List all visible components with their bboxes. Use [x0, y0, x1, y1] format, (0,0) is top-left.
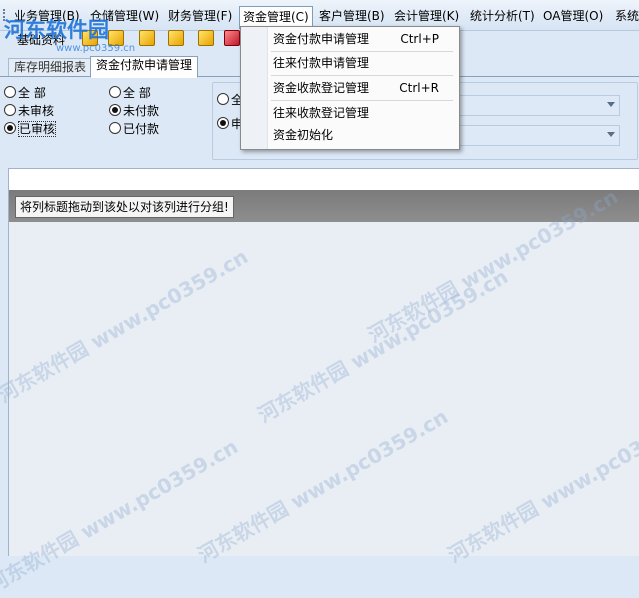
- group-panel[interactable]: 将列标题拖动到该处以对该列进行分组!: [9, 190, 639, 222]
- menu-system[interactable]: 系统: [612, 6, 639, 26]
- funds-dropdown-menu: 资金付款申请管理 Ctrl+P 往来付款申请管理 资金收款登记管理 Ctrl+R 往…: [240, 26, 460, 150]
- menu-item-fund-receipt-register[interactable]: 资金收款登记管理 Ctrl+R: [273, 77, 453, 99]
- menu-finance[interactable]: 财务管理(F): [165, 6, 235, 26]
- menu-item-current-receipt-register[interactable]: 往来收款登记管理: [273, 102, 453, 124]
- radio-icon: [109, 86, 121, 98]
- menu-oa[interactable]: OA管理(O): [540, 6, 606, 26]
- menu-customer[interactable]: 客户管理(B): [316, 6, 388, 26]
- shortcut-label: Ctrl+P: [400, 32, 439, 46]
- radio-pay-unpaid[interactable]: 未付款: [109, 103, 159, 119]
- radio-selected-icon: [109, 104, 121, 116]
- radio-audit-pending[interactable]: 未审核: [4, 103, 54, 119]
- toolbar-db-icon[interactable]: [168, 30, 184, 46]
- grid-top-bar: [9, 169, 639, 190]
- menu-item-current-payment-request[interactable]: 往来付款申请管理: [273, 52, 453, 74]
- radio-selected-icon: [4, 122, 16, 134]
- radio-icon: [217, 93, 229, 105]
- tab-payment-request[interactable]: 资金付款申请管理: [90, 56, 199, 78]
- toolbar-db-icon[interactable]: [198, 30, 214, 46]
- radio-pay-paid[interactable]: 已付款: [109, 121, 159, 137]
- menu-item-fund-initialize[interactable]: 资金初始化: [273, 124, 453, 146]
- chevron-down-icon[interactable]: [607, 132, 615, 137]
- data-grid[interactable]: 将列标题拖动到该处以对该列进行分组!: [8, 168, 639, 556]
- tab-inventory-report[interactable]: 库存明细报表: [8, 58, 93, 76]
- group-hint: 将列标题拖动到该处以对该列进行分组!: [15, 196, 234, 218]
- watermark-logo: 河东软件园: [4, 17, 109, 42]
- radio-audit-all[interactable]: 全 部: [4, 85, 46, 101]
- toolbar-book-icon[interactable]: [224, 30, 240, 46]
- radio-icon: [4, 86, 16, 98]
- menu-separator: [271, 100, 453, 101]
- menu-accounting[interactable]: 会计管理(K): [391, 6, 462, 26]
- menu-separator: [271, 75, 453, 76]
- radio-audit-done[interactable]: 已审核: [4, 121, 57, 137]
- menu-statistics[interactable]: 统计分析(T): [467, 6, 538, 26]
- chevron-down-icon[interactable]: [607, 102, 615, 107]
- menu-item-fund-payment-request[interactable]: 资金付款申请管理 Ctrl+P: [273, 28, 453, 50]
- radio-icon: [4, 104, 16, 116]
- menu-gutter: [241, 27, 268, 149]
- shortcut-label: Ctrl+R: [399, 81, 439, 95]
- watermark-url: www.pc0359.cn: [56, 43, 136, 54]
- radio-selected-icon: [217, 117, 229, 129]
- radio-pay-all[interactable]: 全 部: [109, 85, 151, 101]
- radio-icon: [109, 122, 121, 134]
- toolbar-db-icon[interactable]: [139, 30, 155, 46]
